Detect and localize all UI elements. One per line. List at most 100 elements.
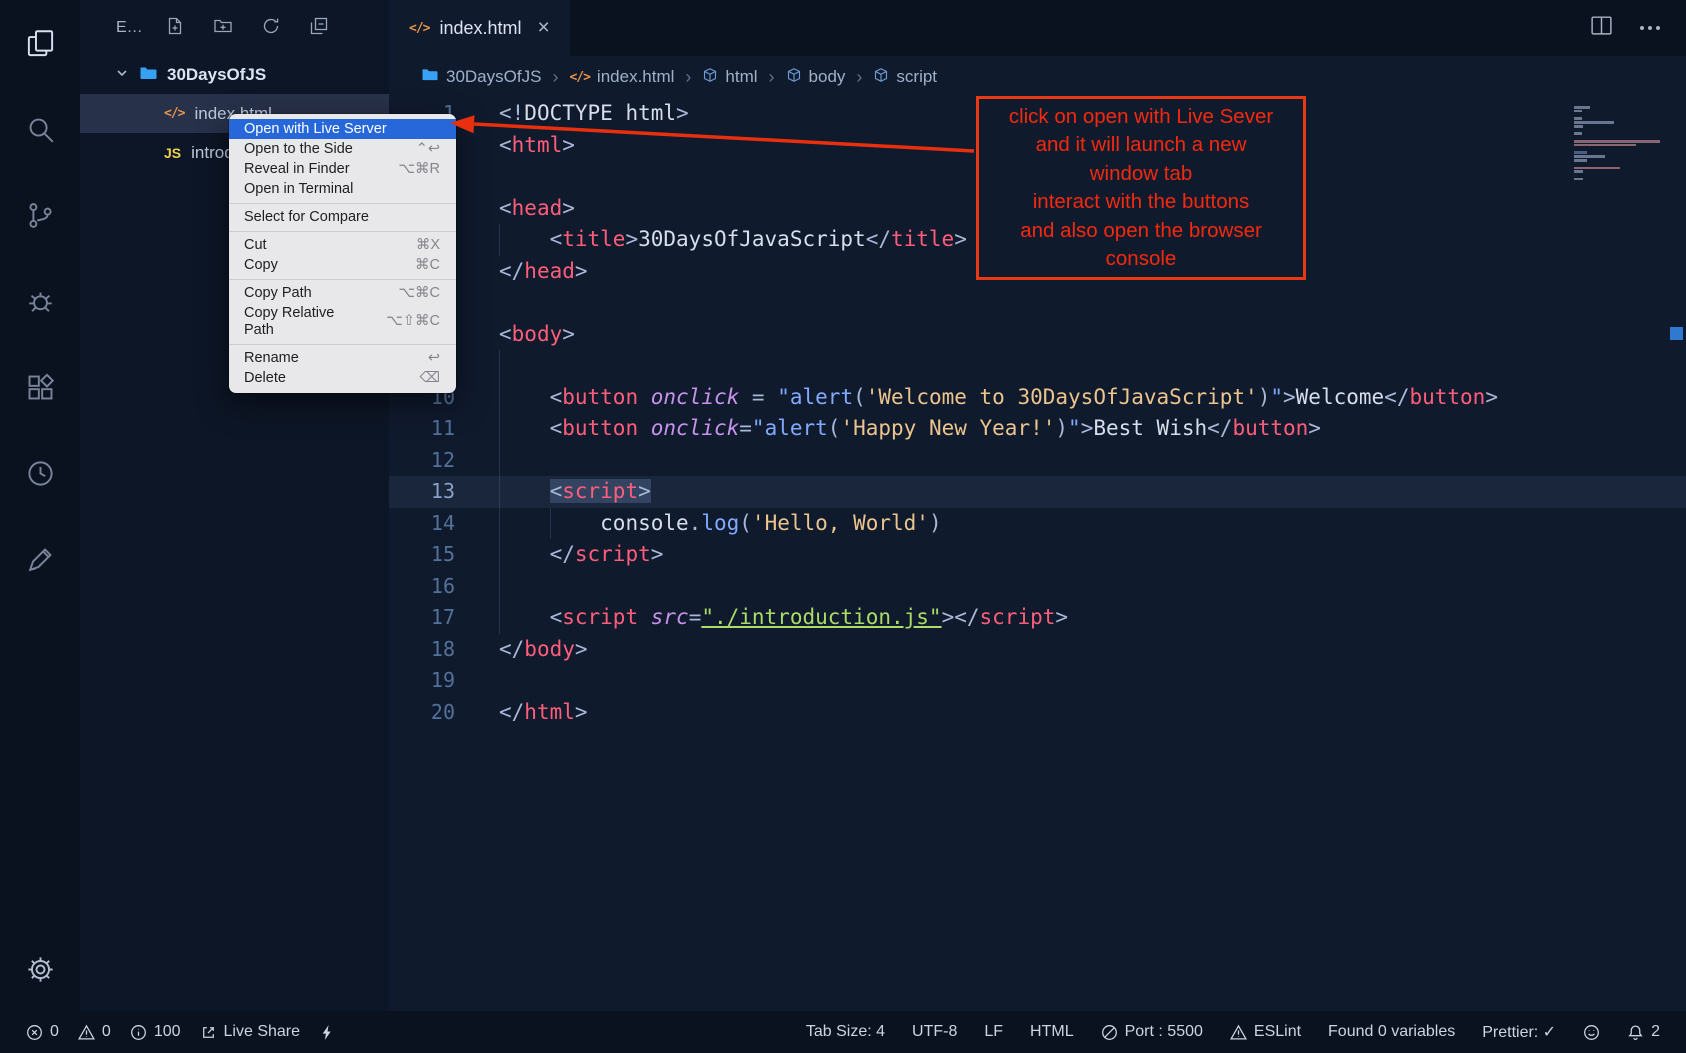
split-editor-icon[interactable] bbox=[1589, 13, 1614, 43]
more-actions-icon[interactable] bbox=[1640, 26, 1660, 30]
line-content: <body> bbox=[455, 319, 575, 351]
menu-item-open-with-live-server[interactable]: Open with Live Server bbox=[229, 119, 456, 139]
line-content: <!DOCTYPE html> bbox=[455, 98, 689, 130]
menu-item-copy-relative-path[interactable]: Copy Relative Path ⌥⇧⌘C bbox=[229, 303, 456, 340]
status-item-tab-size-4[interactable]: Tab Size: 4 bbox=[806, 1023, 885, 1041]
line-number: 20 bbox=[389, 697, 455, 729]
line-content: <html> bbox=[455, 130, 575, 162]
annotation-box: click on open with Live Severand it will… bbox=[976, 96, 1306, 280]
menu-item-label: Open in Terminal bbox=[244, 181, 353, 198]
menu-item-label: Rename bbox=[244, 350, 299, 367]
menu-item-shortcut: ⌥⇧⌘C bbox=[386, 313, 440, 330]
annotation-line: click on open with Live Sever bbox=[979, 103, 1303, 132]
menu-item-copy[interactable]: Copy⌘C bbox=[229, 255, 456, 275]
status-label: HTML bbox=[1030, 1023, 1074, 1041]
status-item-port-5500[interactable]: Port : 5500 bbox=[1101, 1023, 1203, 1041]
explorer-title: E… bbox=[116, 19, 143, 37]
tab-label: index.html bbox=[439, 18, 521, 39]
code-line-14[interactable]: 14 console.log('Hello, World') bbox=[389, 508, 1686, 540]
menu-item-label: Copy Relative Path bbox=[244, 305, 356, 339]
status-item-smiley[interactable] bbox=[1583, 1024, 1600, 1041]
line-number: 17 bbox=[389, 602, 455, 634]
folder-row-30daysofjs[interactable]: 30DaysOfJS bbox=[80, 56, 389, 94]
line-content bbox=[455, 161, 499, 193]
code-line-18[interactable]: 18</body> bbox=[389, 634, 1686, 666]
status-label: Prettier: ✓ bbox=[1482, 1022, 1556, 1042]
breadcrumb-item-script[interactable]: script bbox=[873, 67, 937, 88]
code-line-16[interactable]: 16 bbox=[389, 571, 1686, 603]
annotation-line: interact with the buttons bbox=[979, 188, 1303, 217]
status-item-100[interactable]: 100 bbox=[130, 1023, 181, 1041]
new-folder-icon[interactable] bbox=[213, 16, 233, 41]
search-icon[interactable] bbox=[16, 105, 64, 153]
menu-item-delete[interactable]: Delete⌫ bbox=[229, 368, 456, 388]
annotation-line: and also open the browser bbox=[979, 217, 1303, 246]
minimap[interactable] bbox=[1574, 106, 1662, 182]
status-item-utf-8[interactable]: UTF-8 bbox=[912, 1023, 957, 1041]
status-right: Tab Size: 4 UTF-8 LF HTML Port : 5500 ESLint F… bbox=[806, 1022, 1660, 1042]
code-line-15[interactable]: 15 </script> bbox=[389, 539, 1686, 571]
breadcrumb-item-html[interactable]: html bbox=[702, 67, 757, 88]
breadcrumb-label: script bbox=[896, 67, 937, 87]
menu-item-label: Open to the Side bbox=[244, 141, 353, 158]
js-file-icon: JS bbox=[164, 145, 181, 161]
menu-item-copy-path[interactable]: Copy Path⌥⌘C bbox=[229, 283, 456, 303]
status-item-lf[interactable]: LF bbox=[984, 1023, 1003, 1041]
code-line-13[interactable]: 13 <script> bbox=[389, 476, 1686, 508]
run-debug-icon[interactable] bbox=[16, 277, 64, 325]
breadcrumb-item-30daysofjs[interactable]: 30DaysOfJS bbox=[421, 67, 541, 87]
status-item-html[interactable]: HTML bbox=[1030, 1023, 1074, 1041]
status-item-2[interactable]: 2 bbox=[1627, 1023, 1660, 1041]
status-item-live-share[interactable]: Live Share bbox=[200, 1023, 301, 1041]
line-number: 19 bbox=[389, 665, 455, 697]
status-item-0[interactable]: 0 bbox=[26, 1023, 59, 1041]
settings-gear-icon[interactable] bbox=[16, 945, 64, 993]
menu-item-label: Cut bbox=[244, 237, 267, 254]
breadcrumb-label: body bbox=[809, 67, 846, 87]
line-content: <script src="./introduction.js"></script… bbox=[455, 602, 1068, 634]
code-line-19[interactable]: 19 bbox=[389, 665, 1686, 697]
code-line-8[interactable]: 8<body> bbox=[389, 319, 1686, 351]
status-item-prettier-[interactable]: Prettier: ✓ bbox=[1482, 1022, 1556, 1042]
menu-item-label: Reveal in Finder bbox=[244, 161, 350, 178]
refresh-icon[interactable] bbox=[261, 16, 281, 41]
menu-item-cut[interactable]: Cut⌘X bbox=[229, 235, 456, 255]
annotation-line: console bbox=[979, 245, 1303, 274]
line-content: </head> bbox=[455, 256, 588, 288]
close-icon[interactable]: × bbox=[538, 16, 550, 40]
status-item-0[interactable]: 0 bbox=[78, 1023, 111, 1041]
menu-item-select-for-compare[interactable]: Select for Compare bbox=[229, 207, 456, 227]
status-item-found-0-variables[interactable]: Found 0 variables bbox=[1328, 1023, 1455, 1041]
code-line-12[interactable]: 12 bbox=[389, 445, 1686, 477]
source-control-icon[interactable] bbox=[16, 191, 64, 239]
line-number: 18 bbox=[389, 634, 455, 666]
line-content: <button onclick="alert('Happy New Year!'… bbox=[455, 413, 1321, 445]
menu-item-shortcut: ⌥⌘R bbox=[398, 161, 440, 178]
menu-item-reveal-in-finder[interactable]: Reveal in Finder ⌥⌘R bbox=[229, 159, 456, 179]
extensions-icon[interactable] bbox=[16, 363, 64, 411]
code-line-9[interactable]: 9 bbox=[389, 350, 1686, 382]
status-item-eslint[interactable]: ESLint bbox=[1230, 1023, 1301, 1041]
code-line-7[interactable]: 7 bbox=[389, 287, 1686, 319]
menu-item-rename[interactable]: Rename↩ bbox=[229, 348, 456, 368]
menu-item-open-to-the-side[interactable]: Open to the Side⌃↩ bbox=[229, 139, 456, 159]
history-icon[interactable] bbox=[16, 449, 64, 497]
pen-icon[interactable] bbox=[16, 535, 64, 583]
code-line-17[interactable]: 17 <script src="./introduction.js"></scr… bbox=[389, 602, 1686, 634]
new-file-icon[interactable] bbox=[165, 16, 185, 41]
line-content: </html> bbox=[455, 697, 588, 729]
warning-triangle-icon bbox=[1230, 1024, 1247, 1041]
code-line-11[interactable]: 11 <button onclick="alert('Happy New Yea… bbox=[389, 413, 1686, 445]
breadcrumb-cube-icon bbox=[702, 67, 718, 88]
line-content: </body> bbox=[455, 634, 588, 666]
code-line-10[interactable]: 10 <button onclick = "alert('Welcome to … bbox=[389, 382, 1686, 414]
explorer-icon[interactable] bbox=[16, 19, 64, 67]
status-item-bolt[interactable] bbox=[319, 1024, 336, 1041]
tab-index-html[interactable]: </> index.html × bbox=[389, 0, 570, 56]
status-label: 0 bbox=[50, 1023, 59, 1041]
collapse-all-icon[interactable] bbox=[309, 16, 329, 41]
menu-item-open-in-terminal[interactable]: Open in Terminal bbox=[229, 179, 456, 199]
breadcrumb-item-body[interactable]: body bbox=[786, 67, 846, 88]
code-line-20[interactable]: 20</html> bbox=[389, 697, 1686, 729]
breadcrumb-item-index-html[interactable]: </>index.html bbox=[569, 67, 674, 87]
